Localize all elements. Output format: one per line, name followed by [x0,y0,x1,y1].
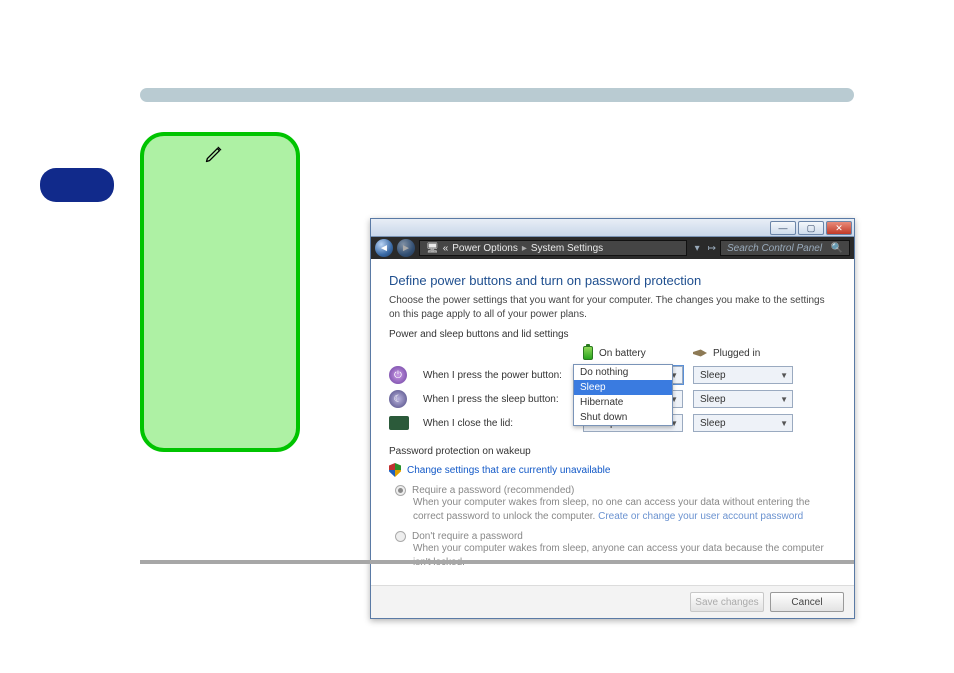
search-icon: 🔍 [831,243,843,254]
power-button-battery-dropdown[interactable]: Do nothing Sleep Hibernate Shut down [573,364,673,426]
create-change-password-link[interactable]: Create or change your user account passw… [598,511,803,522]
column-plugged-in: Plugged in [693,348,793,359]
sleep-button-plugged-value: Sleep [700,394,726,405]
content-area: Define power buttons and turn on passwor… [371,259,854,585]
lid-plugged-select[interactable]: Sleep ▼ [693,414,793,432]
column-on-battery-label: On battery [599,348,646,359]
breadcrumb-root-icon: 🖥 [426,243,439,254]
column-on-battery: On battery [583,346,683,360]
section-buttons-lid: Power and sleep buttons and lid settings [389,329,836,340]
column-plugged-in-label: Plugged in [713,348,760,359]
page-badge [40,168,114,202]
minimize-button[interactable]: — [770,221,796,235]
search-placeholder: Search Control Panel [727,243,822,254]
radio-require-password[interactable] [395,485,406,496]
option-require-password: Require a password (recommended) When yo… [395,485,836,523]
breadcrumb-split-icon[interactable]: ↦ [708,243,716,254]
sleep-button-icon: ☾ [389,390,407,408]
note-callout [140,132,300,452]
sleep-button-label: When I press the sleep button: [423,394,573,405]
power-button-plugged-select[interactable]: Sleep ▼ [693,366,793,384]
cancel-button[interactable]: Cancel [770,592,844,612]
chevron-down-icon: ▼ [780,371,788,380]
lid-icon [389,416,409,430]
chevron-down-icon: ▼ [780,395,788,404]
breadcrumb-separator: ▸ [522,243,527,254]
dont-require-password-description: When your computer wakes from sleep, any… [413,542,836,569]
breadcrumb-dropdown-icon[interactable]: ▾ [691,243,704,254]
address-bar: ◄ ► 🖥 « Power Options ▸ System Settings … [371,237,854,259]
pencil-icon [204,144,224,164]
password-protection-heading: Password protection on wakeup [389,446,836,457]
search-input[interactable]: Search Control Panel 🔍 [720,240,850,256]
dropdown-option-sleep[interactable]: Sleep [574,380,672,395]
maximize-button[interactable]: ▢ [798,221,824,235]
power-button-label: When I press the power button: [423,370,573,381]
breadcrumb[interactable]: 🖥 « Power Options ▸ System Settings [419,240,687,256]
breadcrumb-prefix: « [443,243,449,254]
password-protection-section: Password protection on wakeup Change set… [389,446,836,569]
nav-back-button[interactable]: ◄ [375,239,393,257]
require-password-label: Require a password (recommended) [412,485,574,496]
radio-dont-require-password[interactable] [395,531,406,542]
sleep-button-plugged-select[interactable]: Sleep ▼ [693,390,793,408]
bottom-rule [140,560,854,564]
breadcrumb-item-system-settings[interactable]: System Settings [531,243,603,254]
dont-require-password-label: Don't require a password [412,531,523,542]
breadcrumb-item-power-options[interactable]: Power Options [452,243,518,254]
page-subtitle: Choose the power settings that you want … [389,294,836,321]
plug-icon [693,348,707,358]
power-options-window: — ▢ ✕ ◄ ► 🖥 « Power Options ▸ System Set… [370,218,855,619]
dropdown-option-hibernate[interactable]: Hibernate [574,395,672,410]
button-bar: Save changes Cancel [371,585,854,618]
shield-icon [389,463,401,477]
nav-forward-button[interactable]: ► [397,239,415,257]
page-title: Define power buttons and turn on passwor… [389,273,836,288]
close-button[interactable]: ✕ [826,221,852,235]
chevron-down-icon: ▼ [780,419,788,428]
change-settings-link[interactable]: Change settings that are currently unava… [407,465,610,476]
settings-grid: On battery Plugged in ⏻ When I press the… [389,346,836,432]
top-rule [140,88,854,102]
power-button-icon: ⏻ [389,366,407,384]
save-changes-button[interactable]: Save changes [690,592,764,612]
titlebar: — ▢ ✕ [371,219,854,237]
lid-plugged-value: Sleep [700,418,726,429]
dropdown-option-do-nothing[interactable]: Do nothing [574,365,672,380]
power-button-plugged-value: Sleep [700,370,726,381]
dropdown-option-shut-down[interactable]: Shut down [574,410,672,425]
lid-label: When I close the lid: [423,418,573,429]
battery-icon [583,346,593,360]
